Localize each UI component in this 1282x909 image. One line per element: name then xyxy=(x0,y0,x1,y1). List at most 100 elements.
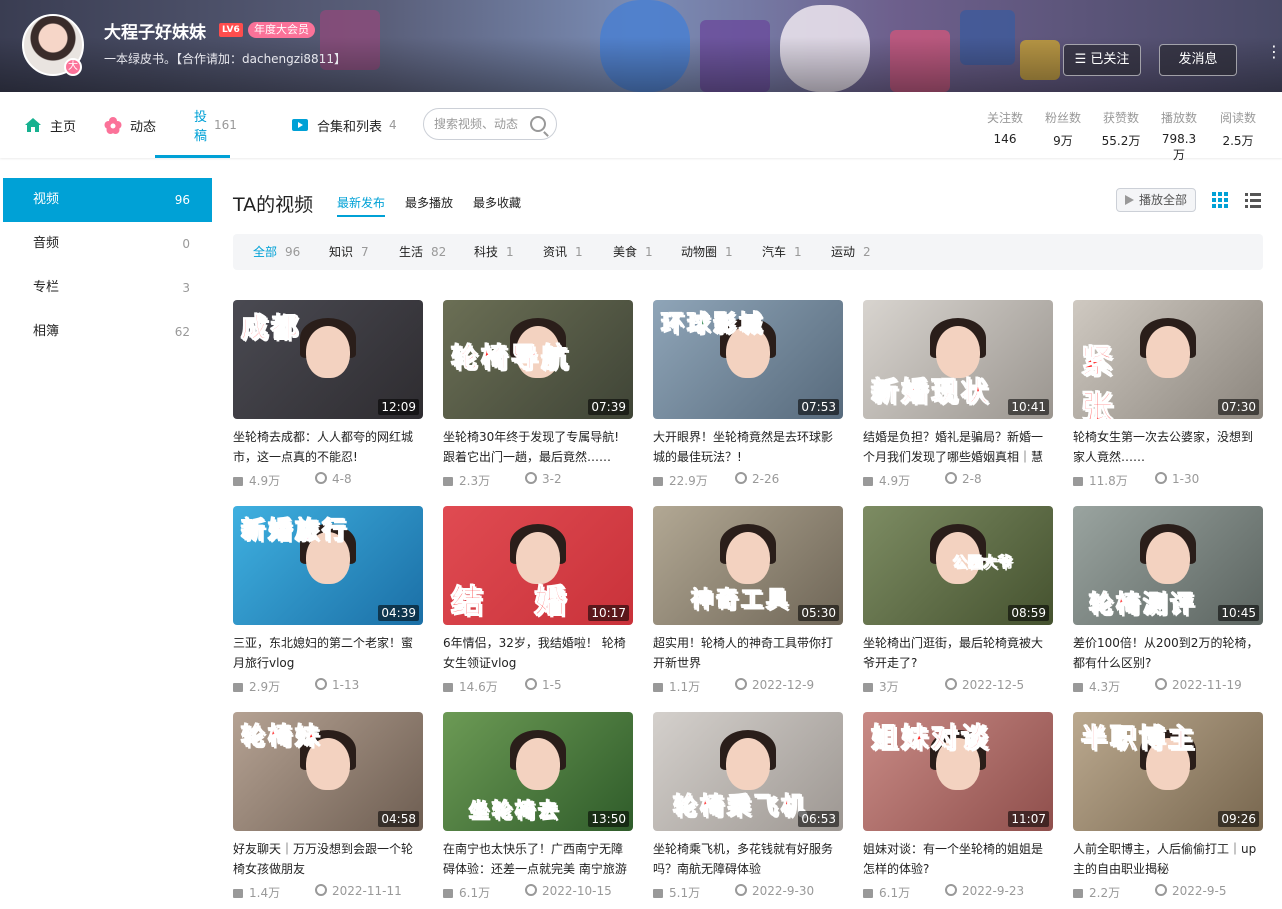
video-duration: 04:58 xyxy=(378,811,419,827)
stat-followers[interactable]: 粉丝数 9万 xyxy=(1042,109,1084,149)
video-title[interactable]: 三亚，东北媳妇的第二个老家！蜜月旅行vlog xyxy=(233,633,423,673)
home-icon xyxy=(25,118,41,132)
tab-home[interactable]: 主页 xyxy=(24,92,76,158)
video-card[interactable]: 坐轮椅去 13:50 在南宁也太快乐了！广西南宁无障碍体验：还差一点就完美 南宁… xyxy=(443,712,633,900)
video-title[interactable]: 坐轮椅乘飞机，多花钱就有好服务吗？南航无障碍体验 xyxy=(653,839,843,879)
sidebar-item-count: 0 xyxy=(182,237,190,251)
video-meta: 6.1万 2022-9-23 xyxy=(863,884,1053,900)
play-all-button[interactable]: 播放全部 xyxy=(1116,188,1196,212)
publish-date: 1-30 xyxy=(1155,472,1199,486)
tab-submissions-label: 投稿 xyxy=(194,110,208,144)
filter-news[interactable]: 资讯 1 xyxy=(543,234,583,270)
video-thumbnail[interactable]: 姐妹对谈 11:07 xyxy=(863,712,1053,831)
filter-food[interactable]: 美食 1 xyxy=(613,234,653,270)
list-view-icon[interactable] xyxy=(1245,192,1261,208)
video-title[interactable]: 结婚是负担？婚礼是骗局？新婚一个月我们发现了哪些婚姻真相｜慧 xyxy=(863,427,1053,467)
video-card[interactable]: 姐妹对谈 11:07 姐妹对谈：有一个坐轮椅的姐姐是怎样的体验? 6.1万 202… xyxy=(863,712,1053,900)
grid-view-icon[interactable] xyxy=(1212,192,1228,208)
video-thumbnail[interactable]: 轮椅导航 07:39 xyxy=(443,300,633,419)
tab-collections-count: 4 xyxy=(389,118,397,132)
video-title[interactable]: 好友聊天｜万万没想到会跟一个轮椅女孩做朋友 xyxy=(233,839,423,879)
video-thumbnail[interactable]: 结 婚 10:17 xyxy=(443,506,633,625)
video-card[interactable]: 神奇工具 05:30 超实用！轮椅人的神奇工具带你打开新世界 1.1万 2022-… xyxy=(653,506,843,694)
filter-cars[interactable]: 汽车 1 xyxy=(762,234,802,270)
play-count: 2.2万 xyxy=(1073,884,1120,901)
video-card[interactable]: 轮椅导航 07:39 坐轮椅30年终于发现了专属导航! 跟着它出门一趟，最后竟然… xyxy=(443,300,633,488)
search-icon[interactable] xyxy=(530,116,546,132)
filter-sports[interactable]: 运动 2 xyxy=(831,234,871,270)
video-card[interactable]: 新婚旅行 04:39 三亚，东北媳妇的第二个老家！蜜月旅行vlog 2.9万 1-… xyxy=(233,506,423,694)
video-card[interactable]: 轮椅测评 10:45 差价100倍！从200到2万的轮椅，都有什么区别? 4.3… xyxy=(1073,506,1263,694)
stat-label: 获赞数 xyxy=(1102,111,1139,125)
video-card[interactable]: 公园大爷 08:59 坐轮椅出门逛街，最后轮椅竟被大爷开走了? 3万 2022-1… xyxy=(863,506,1053,694)
filter-knowledge[interactable]: 知识 7 xyxy=(329,234,369,270)
publish-date: 1-13 xyxy=(315,678,359,692)
video-thumbnail[interactable]: 公园大爷 08:59 xyxy=(863,506,1053,625)
video-duration: 10:17 xyxy=(588,605,629,621)
signature: 一本绿皮书。【合作请加：dachengzi8811】 xyxy=(104,52,346,66)
thumbnail-caption: 轮椅妹 xyxy=(241,722,322,751)
video-title[interactable]: 坐轮椅去成都：人人都夸的网红城市，这一点真的不能忍! xyxy=(233,427,423,467)
video-thumbnail[interactable]: 轮椅妹 04:58 xyxy=(233,712,423,831)
video-thumbnail[interactable]: 环球影城 07:53 xyxy=(653,300,843,419)
play-count: 6.1万 xyxy=(863,884,910,901)
tab-dynamics-label: 动态 xyxy=(130,119,157,135)
video-title[interactable]: 坐轮椅30年终于发现了专属导航! 跟着它出门一趟，最后竟然…… xyxy=(443,427,633,467)
tab-dynamics[interactable]: 动态 xyxy=(104,92,156,158)
flower-icon xyxy=(104,117,122,134)
video-title[interactable]: 轮椅女生第一次去公婆家，没想到家人竟然…… xyxy=(1073,427,1263,467)
filter-tech[interactable]: 科技 1 xyxy=(474,234,514,270)
video-title[interactable]: 人前全职博主，人后偷偷打工｜up主的自由职业揭秘 xyxy=(1073,839,1263,879)
publish-date: 2022-11-11 xyxy=(315,884,402,898)
video-title[interactable]: 差价100倍！从200到2万的轮椅，都有什么区别? xyxy=(1073,633,1263,673)
video-card[interactable]: 轮椅妹 04:58 好友聊天｜万万没想到会跟一个轮椅女孩做朋友 1.4万 2022… xyxy=(233,712,423,900)
video-thumbnail[interactable]: 轮椅测评 10:45 xyxy=(1073,506,1263,625)
stat-value: 9万 xyxy=(1053,134,1073,148)
video-card[interactable]: 结 婚 10:17 6年情侣，32岁，我结婚啦！ 轮椅女生领证vlog 14.6… xyxy=(443,506,633,694)
followed-button[interactable]: ☰ 已关注 xyxy=(1063,44,1141,76)
video-thumbnail[interactable]: 成都 12:09 xyxy=(233,300,423,419)
sidebar-item-audio[interactable]: 音频 0 xyxy=(3,222,212,266)
video-card[interactable]: 成都 12:09 坐轮椅去成都：人人都夸的网红城市，这一点真的不能忍! 4.9万… xyxy=(233,300,423,488)
tab-submissions[interactable]: 投稿 161 xyxy=(155,92,237,158)
play-count: 4.9万 xyxy=(863,472,910,489)
video-thumbnail[interactable]: 紧 张 07:30 xyxy=(1073,300,1263,419)
more-options-icon[interactable]: ⋮ xyxy=(1266,44,1282,72)
filter-life[interactable]: 生活 82 xyxy=(399,234,446,270)
video-title[interactable]: 大开眼界！坐轮椅竟然是去环球影城的最佳玩法？! xyxy=(653,427,843,467)
search-input[interactable]: 搜索视频、动态 xyxy=(423,108,557,140)
vip-badge: 年度大会员 xyxy=(248,22,315,38)
publish-date: 4-8 xyxy=(315,472,352,486)
sort-most-played[interactable]: 最多播放 xyxy=(405,194,453,211)
sort-newest[interactable]: 最新发布 xyxy=(337,194,386,217)
filter-animals[interactable]: 动物圈 1 xyxy=(681,234,733,270)
video-card[interactable]: 环球影城 07:53 大开眼界！坐轮椅竟然是去环球影城的最佳玩法？! 22.9万… xyxy=(653,300,843,488)
send-message-button[interactable]: 发消息 xyxy=(1159,44,1237,76)
filter-count: 7 xyxy=(361,245,369,259)
video-thumbnail[interactable]: 轮椅乘飞机 06:53 xyxy=(653,712,843,831)
video-title[interactable]: 姐妹对谈：有一个坐轮椅的姐姐是怎样的体验? xyxy=(863,839,1053,879)
stat-likes: 获赞数 55.2万 xyxy=(1099,109,1143,149)
video-card[interactable]: 轮椅乘飞机 06:53 坐轮椅乘飞机，多花钱就有好服务吗？南航无障碍体验 5.1… xyxy=(653,712,843,900)
video-card[interactable]: 紧 张 07:30 轮椅女生第一次去公婆家，没想到家人竟然…… 11.8万 1-3… xyxy=(1073,300,1263,488)
video-title[interactable]: 在南宁也太快乐了！广西南宁无障碍体验：还差一点就完美 南宁旅游 xyxy=(443,839,633,879)
video-title[interactable]: 6年情侣，32岁，我结婚啦！ 轮椅女生领证vlog xyxy=(443,633,633,673)
video-thumbnail[interactable]: 神奇工具 05:30 xyxy=(653,506,843,625)
sidebar-item-video[interactable]: 视频 96 xyxy=(3,178,212,222)
sidebar-item-column[interactable]: 专栏 3 xyxy=(3,266,212,310)
tab-collections[interactable]: 合集和列表 4 xyxy=(291,92,397,158)
stat-following[interactable]: 关注数 146 xyxy=(985,109,1025,146)
video-title[interactable]: 坐轮椅出门逛街，最后轮椅竟被大爷开走了? xyxy=(863,633,1053,673)
video-thumbnail[interactable]: 坐轮椅去 13:50 xyxy=(443,712,633,831)
video-duration: 05:30 xyxy=(798,605,839,621)
video-thumbnail[interactable]: 新婚现状 10:41 xyxy=(863,300,1053,419)
filter-all[interactable]: 全部 96 xyxy=(253,234,300,270)
video-duration: 06:53 xyxy=(798,811,839,827)
video-thumbnail[interactable]: 半职博主 09:26 xyxy=(1073,712,1263,831)
video-card[interactable]: 新婚现状 10:41 结婚是负担？婚礼是骗局？新婚一个月我们发现了哪些婚姻真相｜… xyxy=(863,300,1053,488)
sidebar-item-album[interactable]: 相簿 62 xyxy=(3,310,212,354)
video-card[interactable]: 半职博主 09:26 人前全职博主，人后偷偷打工｜up主的自由职业揭秘 2.2万… xyxy=(1073,712,1263,900)
sort-most-favorited[interactable]: 最多收藏 xyxy=(473,194,521,211)
video-title[interactable]: 超实用！轮椅人的神奇工具带你打开新世界 xyxy=(653,633,843,673)
video-thumbnail[interactable]: 新婚旅行 04:39 xyxy=(233,506,423,625)
